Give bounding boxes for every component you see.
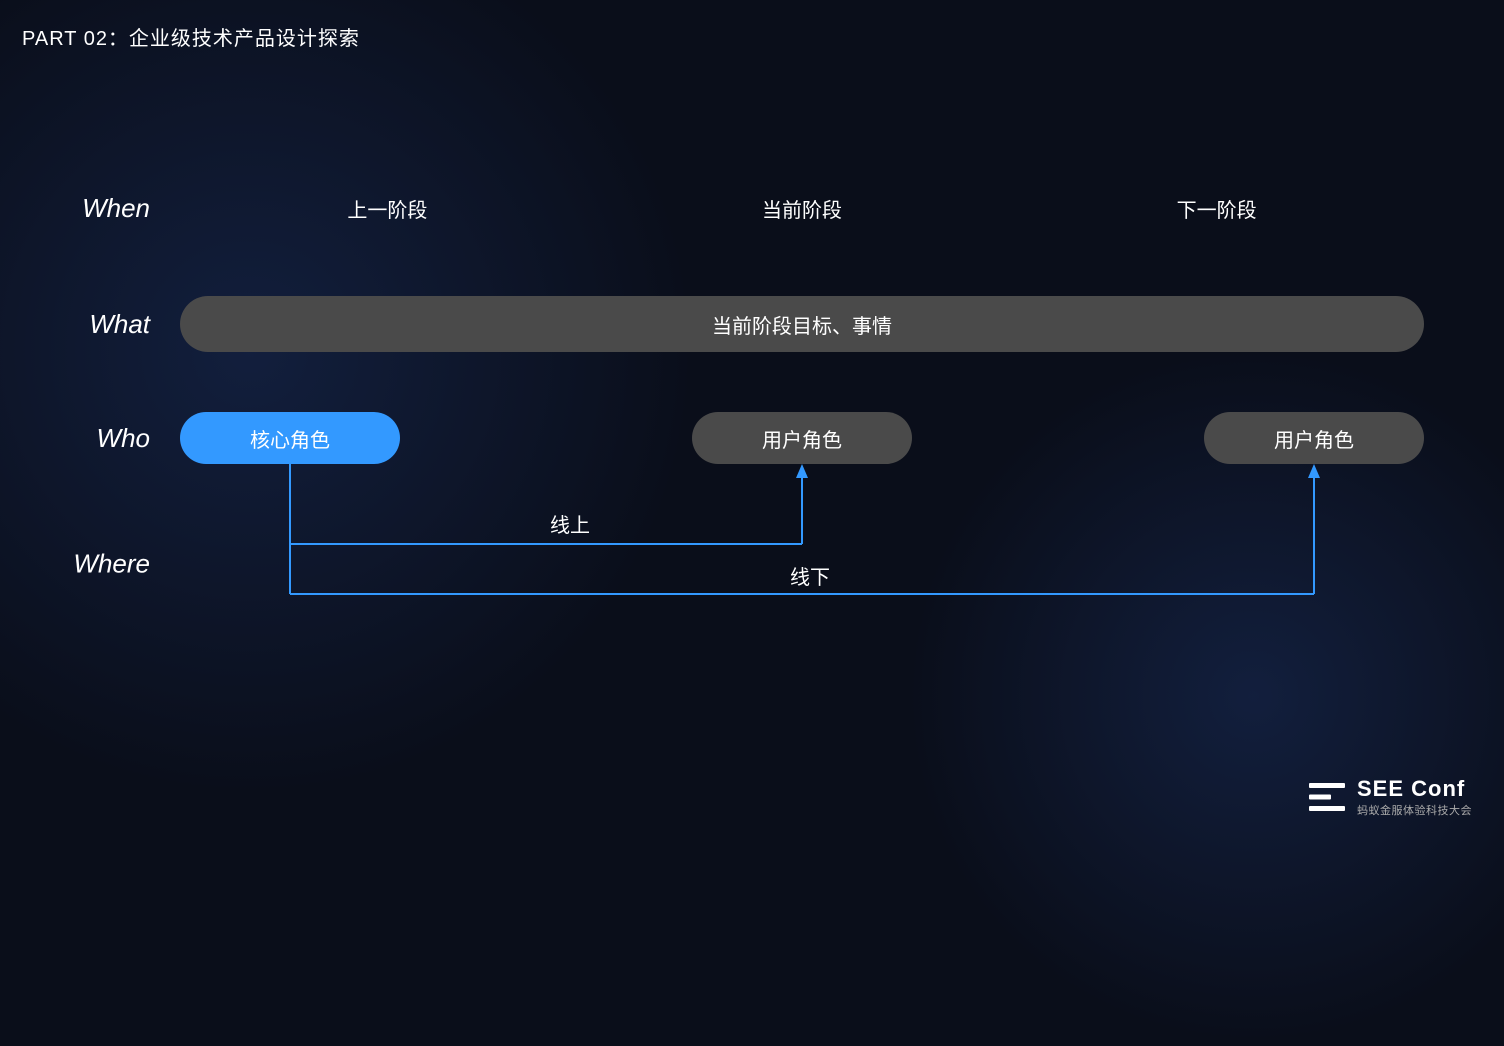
chevron-current: 当前阶段 bbox=[595, 180, 1010, 236]
who-label: Who bbox=[60, 423, 180, 454]
what-text: 当前阶段目标、事情 bbox=[712, 310, 892, 339]
when-row: When 上一阶段 当前阶段 下一阶段 bbox=[60, 180, 1424, 236]
chevron-prev-text: 上一阶段 bbox=[347, 194, 427, 223]
see-conf-sub-text: 蚂蚁金服体验科技大会 bbox=[1357, 802, 1472, 818]
who-pill-user2: 用户角色 bbox=[1204, 412, 1424, 464]
where-section: Where 线上 线下 bbox=[60, 464, 1424, 664]
chevron-current-text: 当前阶段 bbox=[762, 194, 842, 223]
who-pill-user1-text: 用户角色 bbox=[762, 424, 842, 453]
who-content: 核心角色 用户角色 用户角色 bbox=[180, 412, 1424, 464]
connector-online-label: 线上 bbox=[550, 514, 590, 537]
see-conf-main-text: SEE Conf bbox=[1357, 776, 1465, 802]
chevron-next: 下一阶段 bbox=[1009, 180, 1424, 236]
what-label: What bbox=[60, 309, 180, 340]
what-pill: 当前阶段目标、事情 bbox=[180, 296, 1424, 352]
connector-svg: 线上 线下 bbox=[180, 464, 1424, 664]
see-conf-text-block: SEE Conf 蚂蚁金服体验科技大会 bbox=[1357, 776, 1472, 818]
who-pill-user1: 用户角色 bbox=[692, 412, 912, 464]
when-content: 上一阶段 当前阶段 下一阶段 bbox=[180, 180, 1424, 236]
what-row: What 当前阶段目标、事情 bbox=[60, 296, 1424, 352]
connector-online-arrow bbox=[796, 464, 808, 478]
chevron-prev: 上一阶段 bbox=[180, 180, 595, 236]
chevron-next-text: 下一阶段 bbox=[1177, 194, 1257, 223]
where-label: Where bbox=[60, 549, 180, 580]
who-pills-container: 核心角色 用户角色 用户角色 bbox=[180, 412, 1424, 464]
when-label: When bbox=[60, 193, 180, 224]
what-content: 当前阶段目标、事情 bbox=[180, 296, 1424, 352]
part-label: PART 02：企业级技术产品设计探索 bbox=[22, 22, 360, 51]
who-pill-user2-text: 用户角色 bbox=[1274, 424, 1354, 453]
connector-offline-arrow bbox=[1308, 464, 1320, 478]
who-row: Who 核心角色 用户角色 用户 bbox=[60, 412, 1424, 464]
who-pill-core-text: 核心角色 bbox=[250, 424, 330, 453]
see-conf-logo: SEE Conf 蚂蚁金服体验科技大会 bbox=[1307, 776, 1472, 818]
see-conf-icon bbox=[1307, 781, 1347, 813]
connector-offline-label: 线下 bbox=[790, 566, 830, 589]
chevron-pipeline: 上一阶段 当前阶段 下一阶段 bbox=[180, 180, 1424, 236]
who-pill-core: 核心角色 bbox=[180, 412, 400, 464]
